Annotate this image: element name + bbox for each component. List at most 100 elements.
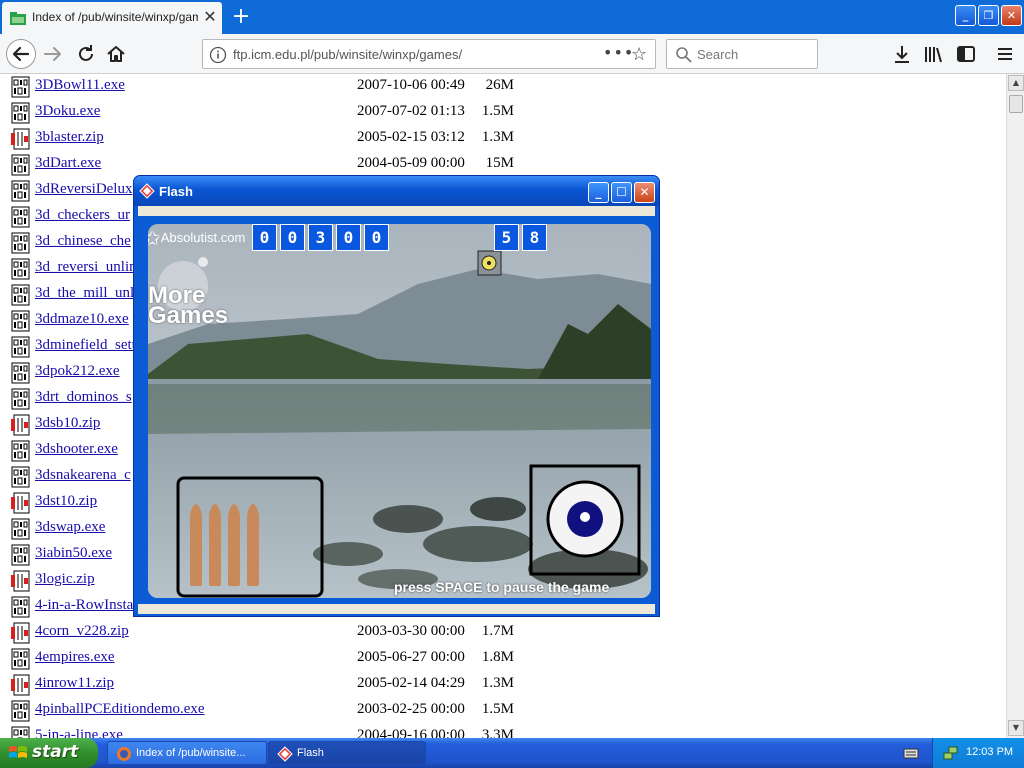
file-link[interactable]: 3iabin50.exe xyxy=(35,545,112,562)
arrow-left-icon xyxy=(12,46,30,62)
score-digit: 0 xyxy=(336,224,361,251)
flash-close-button[interactable]: ✕ xyxy=(634,182,655,203)
taskbar-item-flash[interactable]: Flash xyxy=(268,741,426,765)
scroll-up-icon[interactable]: ▲ xyxy=(1008,75,1024,91)
star-icon[interactable]: ☆ xyxy=(631,44,647,65)
file-link[interactable]: 3dDart.exe xyxy=(35,155,101,172)
file-link[interactable]: 3DBowl11.exe xyxy=(35,77,125,94)
download-icon[interactable] xyxy=(891,43,913,65)
site-info-icon[interactable] xyxy=(209,46,227,64)
more-games-button[interactable]: More Games xyxy=(148,284,243,328)
file-link[interactable]: 3dshooter.exe xyxy=(35,441,118,458)
sidebar-icon[interactable] xyxy=(955,43,977,65)
url-bar[interactable]: ftp.icm.edu.pl/pub/winsite/winxp/games/ … xyxy=(202,39,656,69)
file-link[interactable]: 4empires.exe xyxy=(35,649,115,666)
file-link[interactable]: 3d_reversi_unlin xyxy=(35,259,137,276)
binary-file-icon xyxy=(11,336,31,358)
file-date: 2003-02-25 00:00 xyxy=(357,701,465,717)
binary-file-icon xyxy=(11,648,31,670)
new-tab-button[interactable]: + xyxy=(228,4,254,30)
timer-digit: 5 xyxy=(494,224,519,251)
score-digit: 0 xyxy=(364,224,389,251)
taskbar-item-browser[interactable]: Index of /pub/winsite... xyxy=(107,741,267,765)
file-link[interactable]: 3drt_dominos_s xyxy=(35,389,132,406)
taskbar-item-label: Index of /pub/winsite... xyxy=(136,747,246,759)
reload-button[interactable] xyxy=(71,39,101,69)
file-link[interactable]: 3d_the_mill_unli xyxy=(35,285,138,302)
file-link[interactable]: 4corn_v228.zip xyxy=(35,623,129,640)
browser-minimize-button[interactable]: _ xyxy=(955,5,976,26)
binary-file-icon xyxy=(11,700,31,722)
file-link[interactable]: 3logic.zip xyxy=(35,571,95,588)
tab-close-icon[interactable]: ✕ xyxy=(202,9,218,25)
file-link[interactable]: 3dswap.exe xyxy=(35,519,105,536)
flash-minimize-button[interactable]: _ xyxy=(588,182,609,203)
file-link[interactable]: 4inrow11.zip xyxy=(35,675,114,692)
file-link[interactable]: 4-in-a-RowInsta xyxy=(35,597,133,614)
flash-window: Flash _ ☐ ✕ ✩Absolutist.com 0 0 3 0 0 5 … xyxy=(133,175,660,617)
file-size: 26M xyxy=(485,77,514,93)
file-link[interactable]: 3ddmaze10.exe xyxy=(35,311,129,328)
zip-file-icon xyxy=(11,622,31,644)
game-canvas[interactable]: ✩Absolutist.com 0 0 3 0 0 5 8 More Games… xyxy=(148,224,651,598)
file-link[interactable]: 3dsb10.zip xyxy=(35,415,100,432)
file-link[interactable]: 3blaster.zip xyxy=(35,129,104,146)
hamburger-menu-icon[interactable] xyxy=(994,43,1016,65)
browser-tab[interactable]: Index of /pub/winsite/winxp/games/ ✕ xyxy=(2,2,222,34)
timer-digit: 8 xyxy=(522,224,547,251)
file-link[interactable]: 3dst10.zip xyxy=(35,493,97,510)
scroll-thumb[interactable] xyxy=(1009,95,1023,113)
flash-icon xyxy=(139,183,155,199)
binary-file-icon xyxy=(11,232,31,254)
file-link[interactable]: 3dsnakearena_c xyxy=(35,467,131,484)
file-row: 4corn_v228.zip 2003-03-30 00:00 1.7M xyxy=(0,621,1006,647)
flash-icon xyxy=(277,746,293,762)
keyboard-icon[interactable] xyxy=(903,745,919,761)
start-button[interactable]: start xyxy=(0,738,98,768)
binary-file-icon xyxy=(11,154,31,176)
file-link[interactable]: 3dminefield_setu xyxy=(35,337,139,354)
binary-file-icon xyxy=(11,284,31,306)
file-link[interactable]: 3d_chinese_che xyxy=(35,233,131,250)
zip-file-icon xyxy=(11,128,31,150)
library-icon[interactable] xyxy=(922,43,944,65)
pause-hint: press SPACE to pause the game xyxy=(394,579,610,595)
zip-file-icon xyxy=(11,674,31,696)
absolutist-logo[interactable]: ✩Absolutist.com xyxy=(148,226,245,251)
url-text[interactable]: ftp.icm.edu.pl/pub/winsite/winxp/games/ xyxy=(233,47,462,62)
scroll-down-icon[interactable]: ▼ xyxy=(1008,720,1024,736)
flash-title-bar[interactable]: Flash _ ☐ ✕ xyxy=(134,176,659,206)
home-button[interactable] xyxy=(101,39,131,69)
forward-button[interactable] xyxy=(38,39,68,69)
file-size: 1.5M xyxy=(481,701,514,717)
file-link[interactable]: 5-in-a-line.exe xyxy=(35,727,123,738)
file-size: 1.3M xyxy=(481,675,514,691)
search-input[interactable]: Search xyxy=(697,47,738,62)
start-label: start xyxy=(32,742,79,762)
search-icon xyxy=(676,47,692,63)
file-link[interactable]: 3Doku.exe xyxy=(35,103,100,120)
browser-restore-button[interactable]: ❐ xyxy=(978,5,999,26)
file-link[interactable]: 4pinballPCEditiondemo.exe xyxy=(35,701,205,718)
file-row: 3blaster.zip 2005-02-15 03:12 1.3M xyxy=(0,127,1006,153)
file-link[interactable]: 3d_checkers_ur xyxy=(35,207,130,224)
file-link[interactable]: 3dpok212.exe xyxy=(35,363,120,380)
browser-close-button[interactable]: ✕ xyxy=(1001,5,1022,26)
file-row: 4pinballPCEditiondemo.exe 2003-02-25 00:0… xyxy=(0,699,1006,725)
file-date: 2005-02-14 04:29 xyxy=(357,675,465,691)
flash-status-strip xyxy=(138,604,655,614)
network-icon[interactable] xyxy=(943,745,959,761)
vertical-scrollbar[interactable]: ▲ ▼ xyxy=(1006,74,1024,738)
file-date: 2005-02-15 03:12 xyxy=(357,129,465,145)
clock[interactable]: 12:03 PM xyxy=(966,746,1013,758)
reload-icon xyxy=(79,45,93,61)
binary-file-icon xyxy=(11,258,31,280)
more-dots-icon[interactable]: ••• xyxy=(603,43,634,62)
file-link[interactable]: 3dReversiDelux xyxy=(35,181,132,198)
back-button[interactable] xyxy=(6,39,36,69)
target-icon xyxy=(477,250,502,276)
search-box[interactable]: Search xyxy=(666,39,818,69)
binary-file-icon xyxy=(11,726,31,738)
binary-file-icon xyxy=(11,362,31,384)
flash-maximize-button[interactable]: ☐ xyxy=(611,182,632,203)
